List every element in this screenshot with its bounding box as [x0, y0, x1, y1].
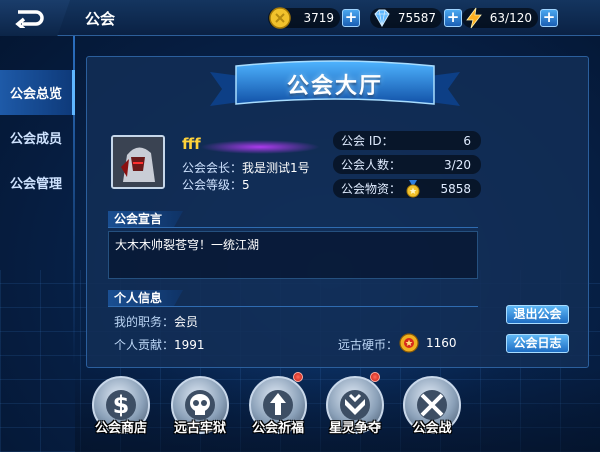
role-value: 会员	[174, 315, 199, 329]
gold-coin-icon	[269, 7, 291, 29]
coin-count: 3719	[303, 11, 334, 25]
ancient-coin-value: 1160	[426, 336, 457, 350]
role-line: 我的职务：会员	[114, 313, 198, 330]
role-label: 我的职务：	[114, 315, 175, 329]
stat-label: 公会 ID：	[341, 134, 394, 148]
stat-value: 5858	[440, 181, 471, 196]
guild-avatar	[111, 135, 165, 189]
guild-supplies-stat: 公会物资： 5858	[333, 179, 481, 198]
feature-label: 公会祈福	[251, 421, 304, 436]
add-coins-button[interactable]: +	[342, 9, 360, 27]
guild-leader-line: 公会会长：我是测试1号	[182, 159, 310, 176]
ancient-coin-icon	[399, 333, 419, 353]
diamond-resource: 75587 +	[370, 7, 462, 29]
guild-id-stat: 公会 ID： 6	[333, 131, 481, 150]
notification-badge	[370, 372, 380, 382]
diamond-count: 75587	[397, 11, 436, 25]
stat-label: 公会物资：	[341, 182, 402, 196]
back-button[interactable]	[0, 0, 70, 36]
contribution-value: 1991	[174, 338, 205, 352]
add-stamina-button[interactable]: +	[540, 9, 558, 27]
leader-label: 公会会长：	[182, 161, 243, 175]
stamina-resource: 63/120 +	[462, 7, 558, 29]
banner-title: 公会大厅	[286, 74, 383, 99]
name-glow	[200, 140, 320, 154]
section-divider	[108, 227, 478, 228]
level-label: 公会等级：	[182, 178, 243, 192]
feature-ancient-prison[interactable]: 远古牢狱	[165, 372, 235, 452]
contribution-label: 个人贡献：	[114, 338, 175, 352]
feature-guild-war[interactable]: 公会战	[397, 372, 467, 452]
sidebar-item-management[interactable]: 公会管理	[0, 160, 75, 205]
guild-log-button[interactable]: 公会日志	[506, 334, 569, 353]
top-bar: 公会 3719 + 75587 + 63/120 +	[0, 0, 600, 36]
level-value: 5	[242, 178, 250, 192]
add-diamonds-button[interactable]: +	[444, 9, 462, 27]
feature-guild-shop[interactable]: $ 公会商店	[86, 372, 156, 452]
coin-resource: 3719 +	[268, 7, 360, 29]
feature-guild-prayer[interactable]: 公会祈福	[243, 372, 313, 452]
svg-text:$: $	[113, 391, 130, 419]
stamina-count: 63/120	[489, 11, 532, 25]
sidebar-item-overview[interactable]: 公会总览	[0, 70, 75, 115]
leave-guild-button[interactable]: 退出公会	[506, 305, 569, 324]
page-title: 公会	[85, 10, 116, 28]
feature-label: 远古牢狱	[173, 421, 226, 436]
feature-label: 公会战	[412, 421, 452, 436]
sidebar-item-label: 公会总览	[10, 87, 63, 102]
notification-badge	[293, 372, 303, 382]
feature-label: 公会商店	[94, 421, 147, 436]
section-divider	[108, 306, 478, 307]
feature-label: 星灵争夺	[328, 421, 381, 436]
ancient-coin-label: 远古硬币：	[338, 338, 399, 352]
contribution-line: 个人贡献：1991	[114, 336, 205, 353]
guild-members-stat: 公会人数： 3/20	[333, 155, 481, 174]
sidebar-item-label: 公会成员	[10, 132, 63, 147]
personal-heading: 个人信息	[108, 290, 183, 306]
diamond-icon	[374, 9, 390, 27]
sidebar-item-label: 公会管理	[10, 177, 63, 192]
leader-value: 我是测试1号	[242, 161, 310, 175]
supply-medal-icon	[406, 180, 420, 198]
sidebar-item-members[interactable]: 公会成员	[0, 115, 75, 160]
guild-level-line: 公会等级：5	[182, 176, 250, 193]
stat-value: 6	[463, 133, 471, 148]
guild-notice: 大木木帅裂苍穹！一统江湖	[108, 231, 478, 279]
sidebar: 公会总览 公会成员 公会管理	[0, 70, 75, 205]
feature-star-spirit-battle[interactable]: 星灵争夺	[320, 372, 390, 452]
back-arrow-icon	[15, 10, 44, 28]
notice-heading: 公会宣言	[108, 211, 183, 227]
lightning-icon	[466, 7, 482, 29]
stat-value: 3/20	[444, 157, 471, 172]
guild-name: fff	[182, 135, 201, 153]
title-banner: 公会大厅	[210, 58, 460, 116]
stat-label: 公会人数：	[341, 158, 402, 172]
